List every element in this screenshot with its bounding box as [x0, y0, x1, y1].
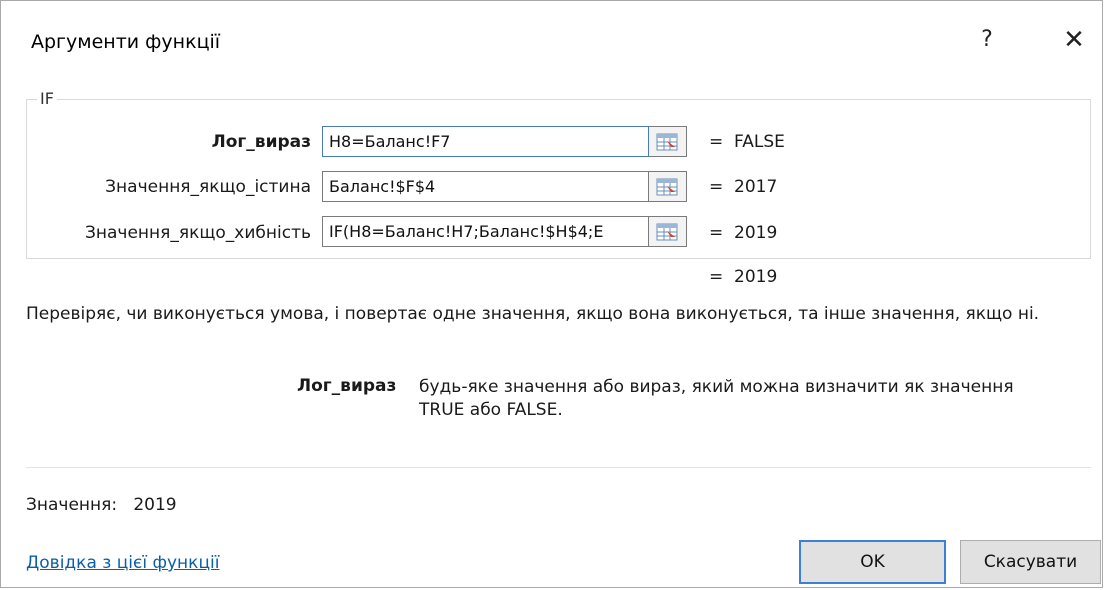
separator: [26, 467, 1091, 468]
title-bar: Аргументи функції ? ✕: [1, 1, 1102, 85]
range-select-icon: [656, 223, 678, 241]
formula-result: = 2019: [709, 267, 778, 287]
ref-button-value-if-true[interactable]: [649, 171, 687, 202]
dialog-title: Аргументи функції: [31, 31, 221, 53]
arg-label-value-if-false: Значення_якщо_хибність: [85, 223, 311, 243]
close-icon[interactable]: ✕: [1057, 23, 1091, 57]
cancel-button[interactable]: Скасувати: [960, 540, 1101, 584]
range-select-icon: [656, 133, 678, 151]
arg-input-value-if-false[interactable]: IF(H8=Баланс!H7;Баланс!$H$4;E: [322, 216, 649, 247]
help-icon[interactable]: ?: [973, 23, 1001, 57]
function-arguments-dialog: Аргументи функції ? ✕ IF Лог_вираз H8=Ба…: [0, 0, 1103, 588]
function-description: Перевіряє, чи виконується умова, і повер…: [26, 304, 1040, 324]
function-name: IF: [37, 89, 57, 108]
range-select-icon: [656, 178, 678, 196]
arg-label-value-if-true: Значення_якщо_істина: [105, 177, 311, 197]
arg-result-value-if-false: = 2019: [709, 223, 778, 243]
ref-button-value-if-false[interactable]: [649, 216, 687, 247]
ref-button-logical-test[interactable]: [649, 126, 687, 157]
arg-result-logical-test: = FALSE: [709, 132, 785, 152]
arg-label-logical-test: Лог_вираз: [211, 132, 311, 152]
arg-help-text: будь-яке значення або вираз, який можна …: [419, 377, 1014, 420]
result-value: Значення: 2019: [26, 495, 177, 515]
arg-help-name: Лог_вираз: [297, 376, 397, 396]
ok-button[interactable]: OK: [799, 540, 946, 584]
function-help-link[interactable]: Довідка з цієї функції: [26, 553, 219, 573]
arg-input-value-if-true[interactable]: Баланс!$F$4: [322, 171, 649, 202]
arg-result-value-if-true: = 2017: [709, 177, 778, 197]
arg-input-logical-test[interactable]: H8=Баланс!F7: [322, 126, 649, 157]
